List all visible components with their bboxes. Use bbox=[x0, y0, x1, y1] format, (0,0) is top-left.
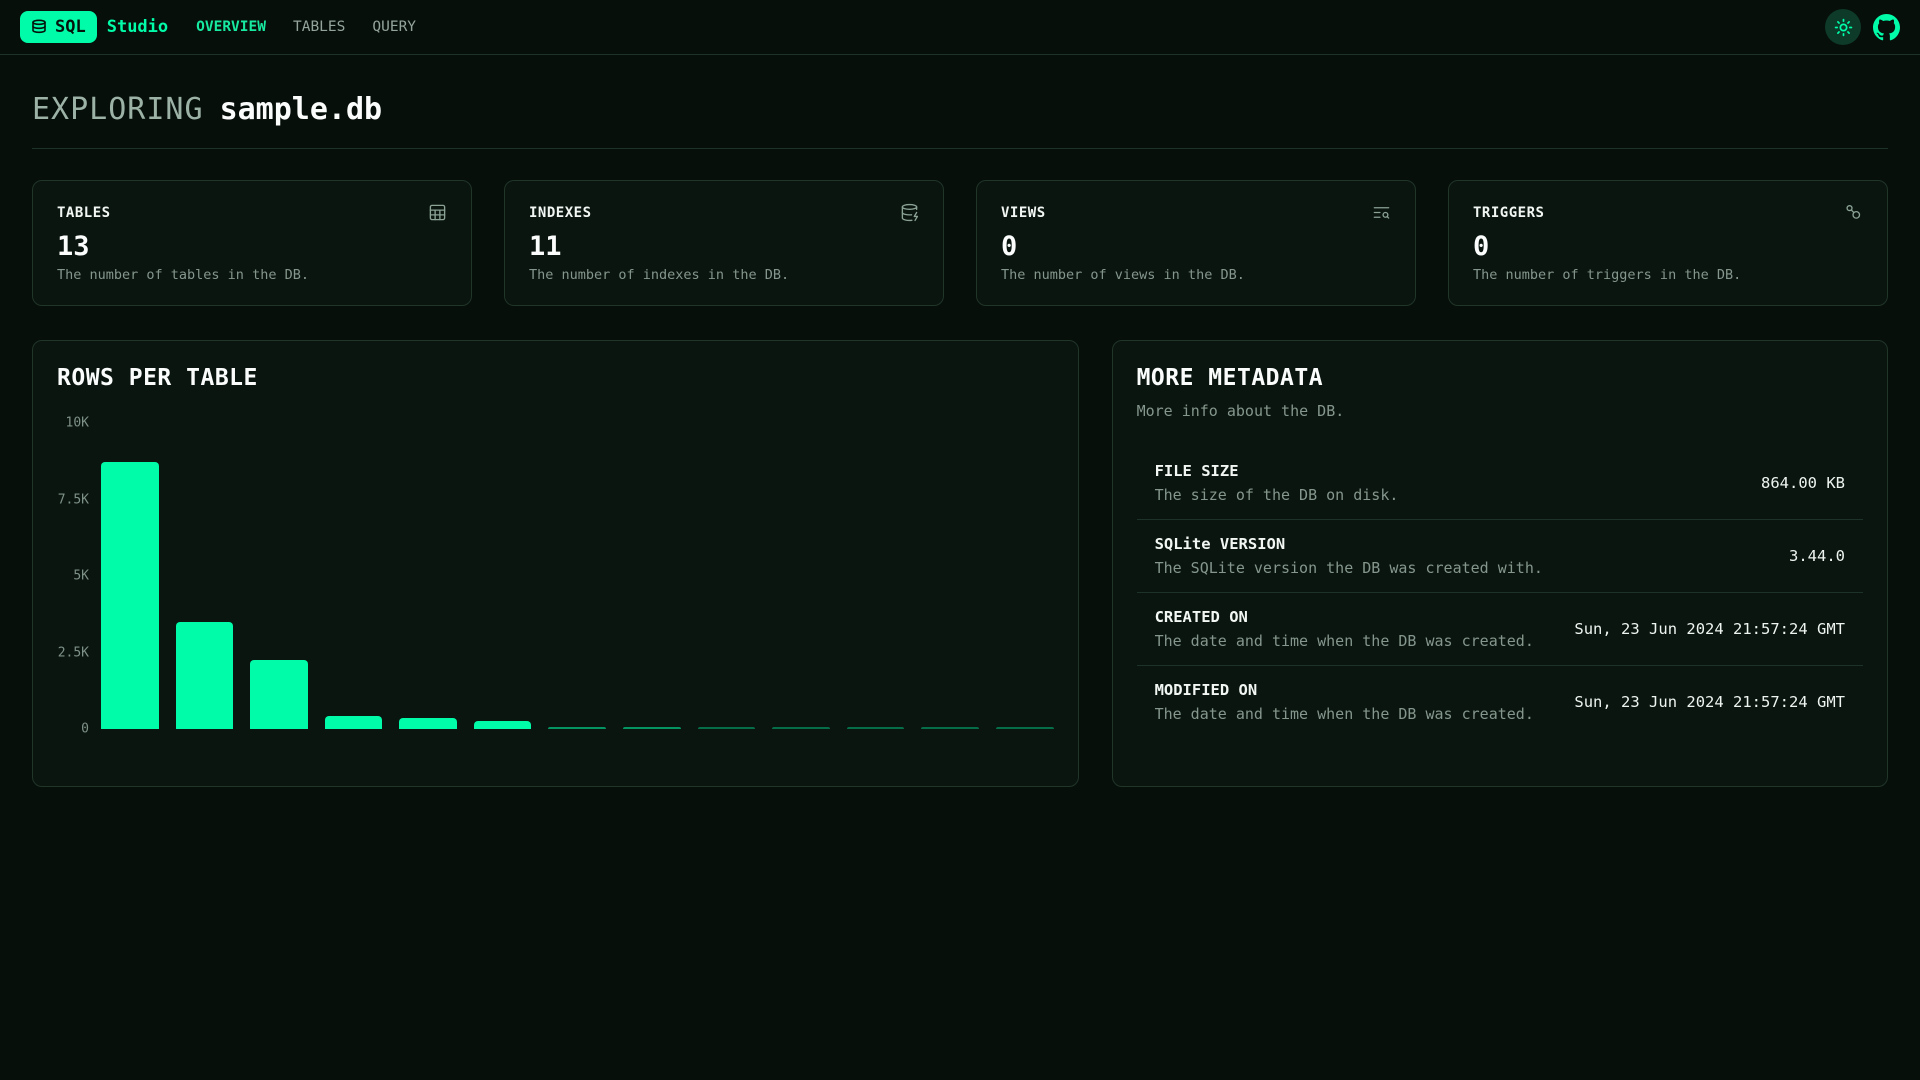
stat-card-title: TABLES bbox=[57, 205, 111, 221]
app-logo[interactable]: SQL Studio bbox=[20, 11, 168, 43]
logo-badge: SQL bbox=[20, 11, 97, 43]
page-title-eyebrow: EXPLORING bbox=[32, 92, 204, 127]
main-nav: OVERVIEW TABLES QUERY bbox=[196, 19, 416, 35]
metadata-row-value: Sun, 23 Jun 2024 21:57:24 GMT bbox=[1554, 620, 1845, 638]
metadata-title: MORE METADATA bbox=[1137, 365, 1863, 391]
metadata-row-created-on: CREATED ON The date and time when the DB… bbox=[1137, 592, 1863, 665]
stat-card-title: VIEWS bbox=[1001, 205, 1046, 221]
chart-bar bbox=[847, 727, 905, 729]
chart-bar bbox=[474, 721, 532, 729]
chart-bar bbox=[772, 727, 830, 729]
y-axis-tick-label: 0 bbox=[81, 722, 89, 737]
y-axis-tick-label: 10K bbox=[66, 416, 89, 431]
chart-y-axis: 10K7.5K5K2.5K0 bbox=[57, 423, 97, 729]
chart-bar bbox=[325, 716, 383, 729]
rows-per-table-panel: ROWS PER TABLE 10K 7.5K 5K 2.5K 0 bbox=[32, 340, 1079, 787]
metadata-row-description: The date and time when the DB was create… bbox=[1155, 632, 1534, 650]
stat-cards: TABLES 13 The number of tables in the DB… bbox=[32, 180, 1888, 306]
stat-card-description: The number of tables in the DB. bbox=[57, 267, 447, 283]
chart-bar bbox=[921, 727, 979, 729]
rows-per-table-chart: 10K7.5K5K2.5K0 bbox=[57, 423, 1054, 729]
database-zap-icon bbox=[900, 203, 919, 222]
stat-card-title: TRIGGERS bbox=[1473, 205, 1544, 221]
metadata-row-description: The size of the DB on disk. bbox=[1155, 486, 1399, 504]
metadata-rows: FILE SIZE The size of the DB on disk. 86… bbox=[1137, 447, 1863, 738]
metadata-row-modified-on: MODIFIED ON The date and time when the D… bbox=[1137, 665, 1863, 738]
table-grid-icon bbox=[428, 203, 447, 222]
metadata-row-file-size: FILE SIZE The size of the DB on disk. 86… bbox=[1137, 447, 1863, 519]
stat-card-description: The number of views in the DB. bbox=[1001, 267, 1391, 283]
list-search-icon bbox=[1372, 203, 1391, 222]
header-actions bbox=[1825, 9, 1900, 45]
y-axis-tick-label: 5K bbox=[73, 569, 89, 584]
metadata-row-value: 864.00 KB bbox=[1741, 474, 1845, 492]
metadata-row-label: FILE SIZE bbox=[1155, 462, 1399, 480]
nav-item-query[interactable]: QUERY bbox=[372, 19, 416, 35]
chart-bar bbox=[250, 660, 308, 729]
metadata-row-label: MODIFIED ON bbox=[1155, 681, 1534, 699]
logo-badge-text: SQL bbox=[55, 17, 86, 37]
metadata-row-description: The date and time when the DB was create… bbox=[1155, 705, 1534, 723]
dashboard-panels: ROWS PER TABLE 10K 7.5K 5K 2.5K 0 MORE METAD… bbox=[32, 340, 1888, 787]
chart-bar bbox=[176, 622, 234, 729]
y-axis-tick-label: 2.5K bbox=[58, 645, 89, 660]
stat-card-value: 0 bbox=[1473, 231, 1863, 262]
stat-card-value: 13 bbox=[57, 231, 447, 262]
y-axis-tick-label: 7.5K bbox=[58, 492, 89, 507]
chart-bar bbox=[399, 718, 457, 729]
app-header: SQL Studio OVERVIEW TABLES QUERY bbox=[0, 0, 1920, 55]
stat-card-description: The number of triggers in the DB. bbox=[1473, 267, 1863, 283]
metadata-row-label: CREATED ON bbox=[1155, 608, 1534, 626]
database-icon bbox=[31, 19, 47, 35]
more-metadata-panel: MORE METADATA More info about the DB. FI… bbox=[1112, 340, 1888, 787]
page-title: EXPLORING sample.db bbox=[32, 92, 1888, 127]
github-icon bbox=[1873, 14, 1900, 41]
chart-bar bbox=[996, 727, 1054, 729]
chart-title: ROWS PER TABLE bbox=[57, 365, 1054, 391]
metadata-row-value: Sun, 23 Jun 2024 21:57:24 GMT bbox=[1554, 693, 1845, 711]
nav-item-overview[interactable]: OVERVIEW bbox=[196, 19, 266, 35]
metadata-row-sqlite-version: SQLite VERSION The SQLite version the DB… bbox=[1137, 519, 1863, 592]
stat-card-description: The number of indexes in the DB. bbox=[529, 267, 919, 283]
page-title-db-name: sample.db bbox=[220, 92, 383, 127]
stat-card-triggers: TRIGGERS 0 The number of triggers in the… bbox=[1448, 180, 1888, 306]
heading-divider bbox=[32, 148, 1888, 149]
nav-item-tables[interactable]: TABLES bbox=[293, 19, 345, 35]
github-link[interactable] bbox=[1873, 14, 1900, 41]
stat-card-indexes: INDEXES 11 The number of indexes in the … bbox=[504, 180, 944, 306]
theme-toggle-button[interactable] bbox=[1825, 9, 1861, 45]
trigger-nodes-icon bbox=[1844, 203, 1863, 222]
chart-bar bbox=[101, 462, 159, 729]
stat-card-views: VIEWS 0 The number of views in the DB. bbox=[976, 180, 1416, 306]
metadata-row-label: SQLite VERSION bbox=[1155, 535, 1543, 553]
metadata-row-description: The SQLite version the DB was created wi… bbox=[1155, 559, 1543, 577]
metadata-subtitle: More info about the DB. bbox=[1137, 402, 1863, 420]
main-content: EXPLORING sample.db TABLES 13 The number… bbox=[0, 92, 1920, 787]
chart-bar bbox=[698, 727, 756, 729]
chart-plot-area bbox=[97, 423, 1054, 729]
chart-bar bbox=[623, 727, 681, 729]
sun-icon bbox=[1834, 18, 1853, 37]
stat-card-value: 11 bbox=[529, 231, 919, 262]
stat-card-title: INDEXES bbox=[529, 205, 592, 221]
stat-card-value: 0 bbox=[1001, 231, 1391, 262]
metadata-row-value: 3.44.0 bbox=[1769, 547, 1845, 565]
stat-card-tables: TABLES 13 The number of tables in the DB… bbox=[32, 180, 472, 306]
chart-bar bbox=[548, 727, 606, 729]
logo-suffix-text: Studio bbox=[107, 17, 168, 37]
